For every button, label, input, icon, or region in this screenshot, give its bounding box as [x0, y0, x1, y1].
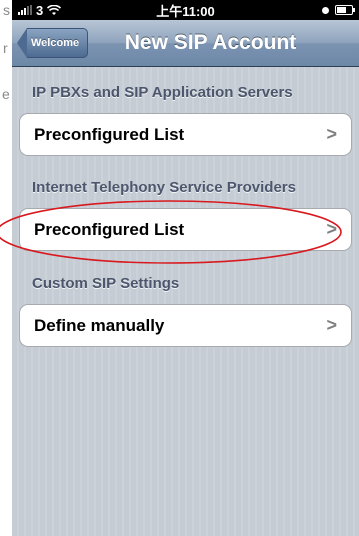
section-header-custom: Custom SIP Settings	[32, 275, 180, 292]
cell-label: Preconfigured List	[34, 124, 185, 144]
chevron-right-icon: >	[326, 124, 337, 144]
phone-screen: 3 上午11:00 Welcome New SIP Account IP PBX…	[12, 0, 359, 536]
chevron-right-icon: >	[326, 219, 337, 239]
background-text-fragment: s	[3, 2, 10, 18]
section-header-ip-pbx: IP PBXs and SIP Application Servers	[32, 84, 293, 101]
list-item-itsp-preconfigured[interactable]: Preconfigured List >	[19, 208, 352, 251]
battery-icon	[335, 5, 355, 15]
list-item-define-manually[interactable]: Define manually >	[19, 304, 352, 347]
status-time: 上午11:00	[156, 3, 215, 19]
navigation-bar: Welcome New SIP Account	[12, 20, 359, 67]
status-bar: 3 上午11:00	[12, 0, 359, 20]
back-button-label: Welcome	[27, 28, 89, 58]
back-button[interactable]: Welcome	[17, 28, 89, 58]
list-item-ip-pbx-preconfigured[interactable]: Preconfigured List >	[19, 113, 352, 156]
background-text-fragment: r	[3, 40, 8, 56]
page-title: New SIP Account	[124, 31, 297, 54]
chevron-right-icon: >	[326, 315, 337, 335]
background-text-fragment: e	[2, 86, 10, 102]
cell-label: Preconfigured List	[34, 219, 185, 239]
section-header-itsp: Internet Telephony Service Providers	[32, 179, 296, 196]
back-arrow-icon	[17, 28, 27, 58]
cell-label: Define manually	[34, 315, 165, 335]
